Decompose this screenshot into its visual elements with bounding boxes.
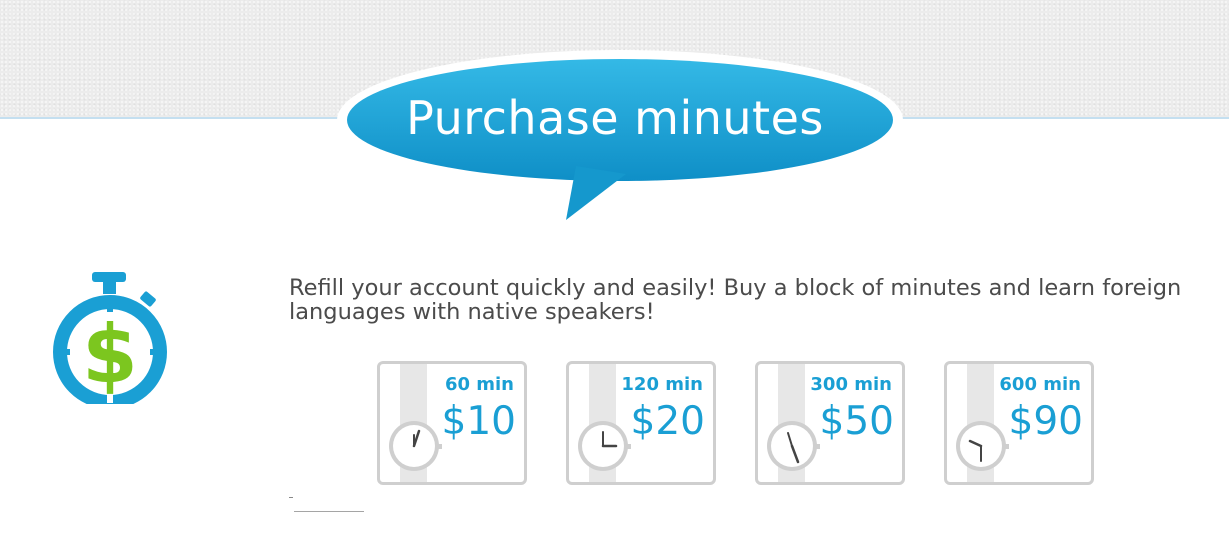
- clock-icon: [578, 421, 631, 471]
- package-minutes: 600 min: [999, 374, 1081, 395]
- package-60-min-button[interactable]: 60 min $10: [377, 361, 527, 485]
- package-price: $10: [441, 399, 516, 444]
- package-price: $20: [630, 399, 705, 444]
- intro-text: Refill your account quickly and easily! …: [289, 275, 1182, 325]
- footer-dash: [289, 497, 293, 498]
- package-300-min-button[interactable]: 300 min $50: [755, 361, 905, 485]
- footer-link[interactable]: [294, 511, 364, 512]
- package-minutes: 60 min: [444, 374, 514, 395]
- dollar-sign-icon: $: [82, 308, 138, 401]
- package-price: $90: [1008, 399, 1083, 444]
- clock-icon: [956, 421, 1009, 471]
- clock-icon: [389, 421, 442, 471]
- clock-icon: [767, 421, 820, 471]
- package-price: $50: [819, 399, 894, 444]
- package-minutes: 120 min: [621, 374, 703, 395]
- package-600-min-button[interactable]: 600 min $90: [944, 361, 1094, 485]
- package-120-min-button[interactable]: 120 min $20: [566, 361, 716, 485]
- package-minutes: 300 min: [810, 374, 892, 395]
- page-title: Purchase minutes: [406, 91, 824, 145]
- stopwatch-dollar-icon: $: [53, 272, 167, 404]
